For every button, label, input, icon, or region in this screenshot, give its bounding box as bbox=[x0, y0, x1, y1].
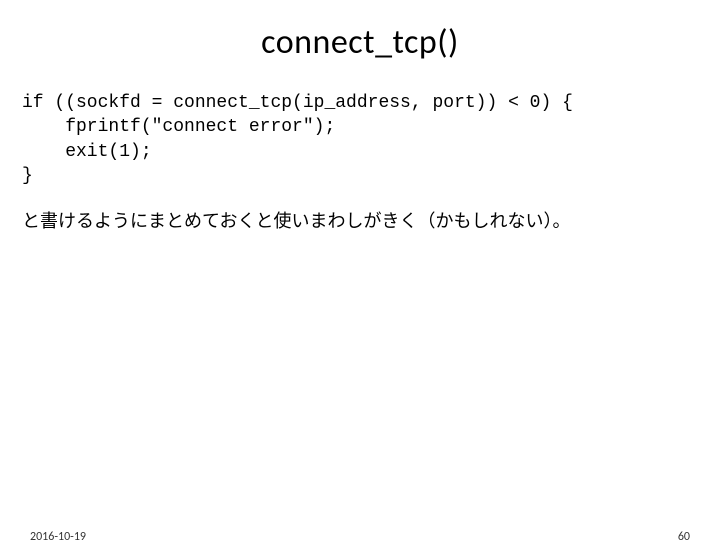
code-line-2: fprintf("connect error"); bbox=[22, 117, 335, 137]
slide: connect_tcp() if ((sockfd = connect_tcp(… bbox=[0, 22, 720, 540]
code-line-1: if ((sockfd = connect_tcp(ip_address, po… bbox=[22, 93, 573, 113]
body-text: と書けるようにまとめておくと使いまわしがきく（かもしれない）。 bbox=[22, 208, 698, 235]
footer-date: 2016-10-19 bbox=[30, 530, 86, 540]
slide-title: connect_tcp() bbox=[0, 22, 720, 63]
code-block: if ((sockfd = connect_tcp(ip_address, po… bbox=[22, 91, 698, 188]
footer-page-number: 60 bbox=[678, 530, 690, 540]
code-line-3: exit(1); bbox=[22, 142, 152, 162]
code-line-4: } bbox=[22, 166, 33, 186]
